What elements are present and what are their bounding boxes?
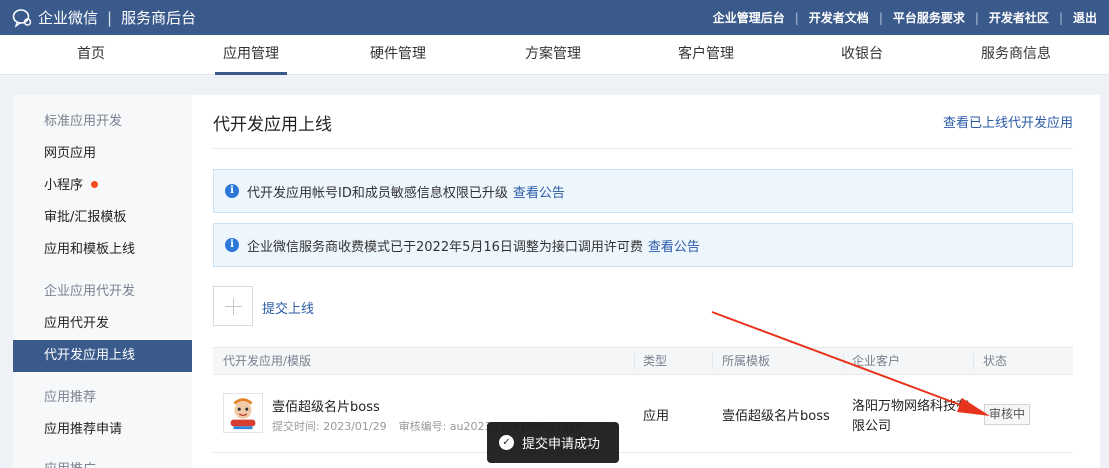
info-icon: i [225,184,239,198]
brand[interactable]: 企业微信 | 服务商后台 [12,0,196,35]
toast-text: 提交申请成功 [522,437,601,452]
sidebar-item-mini-program[interactable]: 小程序 [13,170,192,202]
sidebar: 标准应用开发 网页应用 小程序 审批/汇报模板 应用和模板上线 企业应用代开发 … [13,95,192,468]
sidebar-item-app-template-online[interactable]: 应用和模板上线 [13,234,192,266]
notice-banner: i 代开发应用帐号ID和成员敏感信息权限已升级 查看公告 [213,169,1073,213]
app-type: 应用 [643,409,670,424]
add-plus-icon[interactable] [213,286,253,326]
column-divider [843,353,844,369]
sidebar-item-approval-template[interactable]: 审批/汇报模板 [13,202,192,234]
customer-name-line2: 限公司 [852,419,892,434]
sidebar-item-label: 小程序 [44,178,84,193]
content-panel: 代开发应用上线 查看已上线代开发应用 i 代开发应用帐号ID和成员敏感信息权限已… [192,95,1100,468]
notice-link[interactable]: 查看公告 [513,182,565,201]
link-enterprise-admin[interactable]: 企业管理后台 [713,9,785,26]
sidebar-group-standard-dev: 标准应用开发 [44,114,123,129]
column-header-type: 类型 [643,354,668,368]
app-avatar-icon [223,393,263,433]
sidebar-group-recommend: 应用推荐 [44,390,97,405]
sidebar-item-dev-app-online[interactable]: 代开发应用上线 [13,340,192,372]
submit-online-button[interactable]: 提交上线 [262,298,314,317]
app-name: 壹佰超级名片boss [272,400,380,415]
brand-separator: | [107,8,113,27]
tab-provider-info[interactable]: 服务商信息 [975,35,1057,75]
notice-text: 企业微信服务商收费模式已于2022年5月16日调整为接口调用许可费 [247,239,643,255]
toast-notification: ✓ 提交申请成功 [487,422,619,463]
notice-banner: i 企业微信服务商收费模式已于2022年5月16日调整为接口调用许可费 查看公告 [213,223,1073,267]
brand-subtitle: 服务商后台 [121,9,197,27]
status-badge: 审核中 [984,404,1031,425]
tab-app-management[interactable]: 应用管理 [215,35,287,75]
notice-link[interactable]: 查看公告 [648,236,700,255]
column-header-customer: 企业客户 [852,354,901,368]
info-icon: i [225,238,239,252]
column-header-app: 代开发应用/模版 [223,354,312,368]
brand-name: 企业微信 [38,9,99,27]
table-header: 代开发应用/模版 类型 所属模板 企业客户 状态 [213,347,1073,375]
sidebar-group-promotion: 应用推广 [13,454,192,468]
submit-time: 提交时间: 2023/01/29 [272,420,387,433]
column-divider [634,353,635,369]
tab-cashier[interactable]: 收银台 [832,35,892,75]
top-links: 企业管理后台 | 开发者文档 | 平台服务要求 | 开发者社区 | 退出 [713,0,1097,35]
top-bar: 企业微信 | 服务商后台 企业管理后台 | 开发者文档 | 平台服务要求 | 开… [0,0,1109,35]
column-divider [973,353,974,369]
link-platform-requirements[interactable]: 平台服务要求 [893,9,965,26]
main-nav: 首页 应用管理 硬件管理 方案管理 客户管理 收银台 服务商信息 [0,35,1109,75]
sidebar-item-app-dev[interactable]: 应用代开发 [13,308,192,340]
app-template: 壹佰超级名片boss [722,409,830,424]
table-row[interactable]: 壹佰超级名片boss 提交时间: 2023/01/29审核编号: au20230… [213,376,1073,453]
sidebar-item-recommend-apply[interactable]: 应用推荐申请 [13,414,192,446]
divider: | [974,10,979,25]
tab-hardware-management[interactable]: 硬件管理 [362,35,434,75]
page-title: 代开发应用上线 [213,115,332,135]
link-dev-docs[interactable]: 开发者文档 [809,9,869,26]
check-icon: ✓ [499,435,514,450]
notification-dot-icon [91,181,99,188]
column-header-template: 所属模板 [722,354,771,368]
tab-solution-management[interactable]: 方案管理 [517,35,589,75]
divider: | [1058,10,1063,25]
divider: | [878,10,883,25]
wecom-logo-icon [12,8,32,28]
tab-customer-management[interactable]: 客户管理 [670,35,742,75]
view-online-apps-link[interactable]: 查看已上线代开发应用 [943,112,1073,131]
column-divider [712,353,713,369]
divider: | [794,10,799,25]
link-dev-community[interactable]: 开发者社区 [989,9,1049,26]
link-logout[interactable]: 退出 [1073,9,1097,26]
tab-home[interactable]: 首页 [66,35,116,75]
divider [213,148,1073,149]
sidebar-item-web-app[interactable]: 网页应用 [13,138,192,170]
column-header-status: 状态 [983,354,1008,368]
sidebar-group-enterprise-dev: 企业应用代开发 [44,284,136,299]
customer-name-line1: 洛阳万物网络科技有 [852,399,970,414]
notice-text: 代开发应用帐号ID和成员敏感信息权限已升级 [247,185,508,201]
